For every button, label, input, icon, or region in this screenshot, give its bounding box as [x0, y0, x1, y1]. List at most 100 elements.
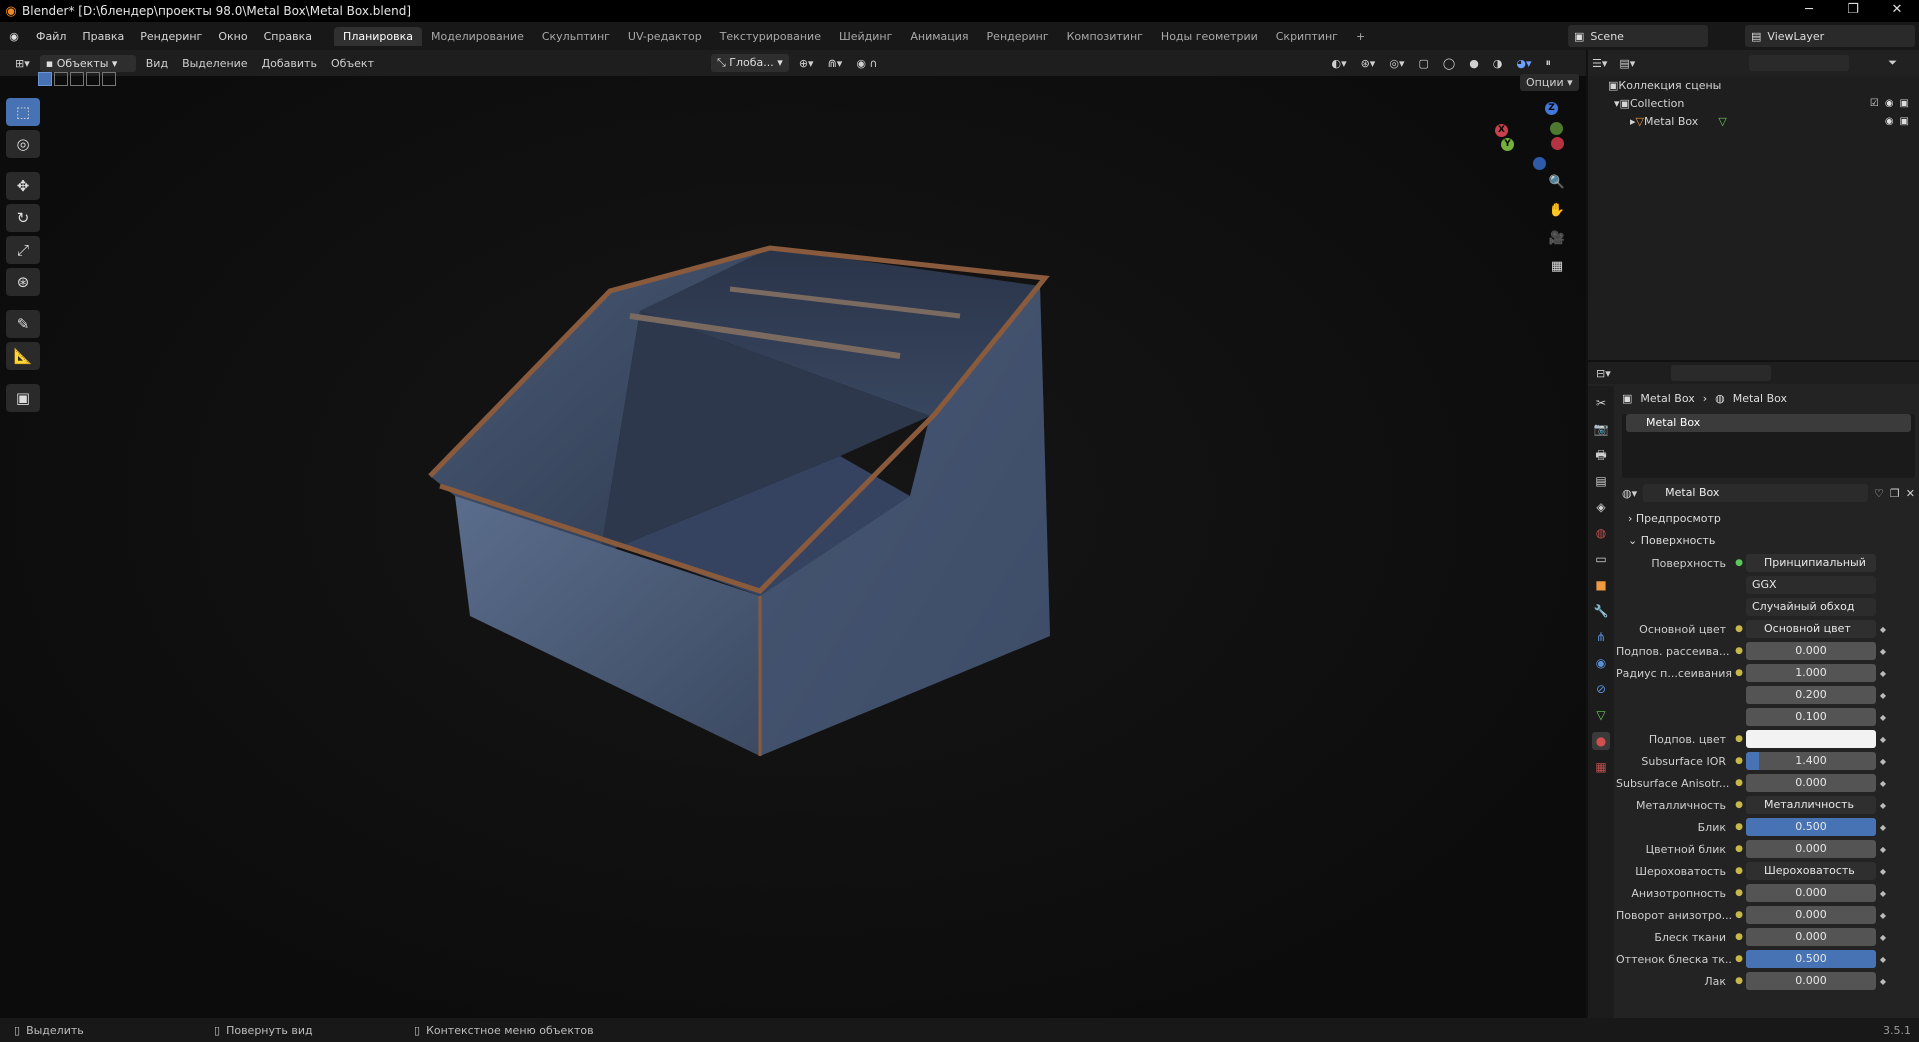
- options-dropdown[interactable]: Опции ▾: [1520, 74, 1579, 91]
- output-tab-icon[interactable]: 🖶: [1592, 446, 1610, 464]
- orientation-dropdown[interactable]: ⤡ Глоба... ▾: [711, 54, 789, 72]
- value-slider[interactable]: 0.000: [1746, 840, 1876, 858]
- value-slider[interactable]: 0.000: [1746, 972, 1876, 990]
- value-slider[interactable]: 0.000: [1746, 642, 1876, 660]
- distribution-dropdown[interactable]: GGX: [1746, 576, 1876, 594]
- socket-dot-icon[interactable]: ●: [1732, 778, 1746, 788]
- tab-rendering[interactable]: Рендеринг: [978, 27, 1058, 46]
- modifier-tab-icon[interactable]: 🔧: [1592, 602, 1610, 620]
- socket-dot-icon[interactable]: ●: [1732, 932, 1746, 942]
- add-workspace-button[interactable]: +: [1347, 27, 1374, 46]
- eye-icon[interactable]: ◉: [1885, 116, 1894, 127]
- linked-input-field[interactable]: Металличность: [1746, 796, 1876, 814]
- outliner-search-input[interactable]: [1749, 55, 1849, 71]
- gizmo-neg-y[interactable]: [1550, 122, 1563, 135]
- menu-window[interactable]: Окно: [210, 30, 255, 43]
- fake-user-icon[interactable]: ♡: [1874, 487, 1884, 500]
- view-layer-selector[interactable]: ▤ ViewLayer: [1745, 25, 1915, 47]
- gizmo-y-axis[interactable]: Y: [1501, 138, 1514, 151]
- material-name-field[interactable]: Metal Box: [1643, 484, 1869, 502]
- tab-scripting[interactable]: Скриптинг: [1267, 27, 1347, 46]
- menu-add[interactable]: Добавить: [255, 57, 324, 70]
- surface-panel-header[interactable]: ⌄ Поверхность: [1616, 530, 1919, 552]
- annotate-tool-icon[interactable]: ✎: [6, 310, 40, 338]
- browse-material-icon[interactable]: ◍▾: [1622, 487, 1637, 500]
- tab-modeling[interactable]: Моделирование: [422, 27, 533, 46]
- shading-wireframe-icon[interactable]: ◯: [1436, 57, 1462, 70]
- keyframe-icon[interactable]: ◆: [1876, 977, 1890, 986]
- value-slider[interactable]: 0.000: [1746, 884, 1876, 902]
- checkbox-icon[interactable]: ☑: [1870, 98, 1879, 109]
- scale-tool-icon[interactable]: ⤢: [6, 236, 40, 264]
- value-slider[interactable]: 0.000: [1746, 906, 1876, 924]
- properties-search-input[interactable]: [1670, 365, 1771, 381]
- shading-material-icon[interactable]: ◑: [1486, 57, 1510, 70]
- pivot-icon[interactable]: ⊕▾: [792, 57, 821, 70]
- linked-input-field[interactable]: Основной цвет: [1746, 620, 1876, 638]
- value-slider[interactable]: 0.000: [1746, 774, 1876, 792]
- camera-icon[interactable]: ▣: [1900, 98, 1909, 109]
- texture-tab-icon[interactable]: ▦: [1592, 758, 1610, 776]
- select-extend-button[interactable]: [54, 72, 68, 86]
- eye-icon[interactable]: ◉: [1885, 98, 1894, 109]
- linked-input-field[interactable]: Шероховатость: [1746, 862, 1876, 880]
- material-slot-list[interactable]: Metal Box: [1622, 414, 1915, 478]
- zoom-icon[interactable]: 🔍: [1547, 175, 1567, 195]
- maximize-button[interactable]: ❐: [1831, 0, 1875, 22]
- tab-sculpting[interactable]: Скульптинг: [533, 27, 619, 46]
- proportional-edit-icon[interactable]: ◉ ∩: [849, 57, 884, 70]
- filter-icon[interactable]: ⏷: [1888, 56, 1897, 70]
- keyframe-icon[interactable]: ◆: [1876, 647, 1890, 656]
- menu-file[interactable]: Файл: [28, 30, 74, 43]
- duplicate-material-icon[interactable]: ❐: [1890, 487, 1900, 500]
- socket-dot-icon[interactable]: ●: [1732, 866, 1746, 876]
- menu-view[interactable]: Вид: [139, 57, 175, 70]
- mode-dropdown[interactable]: ▪ Объекты ▾: [39, 54, 136, 72]
- keyframe-icon[interactable]: ◆: [1876, 779, 1890, 788]
- blender-menu-icon[interactable]: ◉: [0, 30, 28, 43]
- preview-panel-header[interactable]: › Предпросмотр: [1616, 508, 1919, 530]
- transform-tool-icon[interactable]: ⊛: [6, 268, 40, 296]
- keyframe-icon[interactable]: ◆: [1876, 691, 1890, 700]
- outliner-scene-collection[interactable]: ▣ Коллекция сцены: [1588, 76, 1919, 94]
- socket-dot-icon[interactable]: ●: [1732, 822, 1746, 832]
- visibility-icon[interactable]: ◐▾: [1324, 57, 1353, 70]
- material-slot[interactable]: Metal Box: [1626, 414, 1911, 432]
- tab-geometry-nodes[interactable]: Ноды геометрии: [1152, 27, 1267, 46]
- select-intersect-button[interactable]: [102, 72, 116, 86]
- overlay-toggle-icon[interactable]: ◎▾: [1382, 57, 1411, 70]
- select-box-tool-icon[interactable]: ⬚: [6, 98, 40, 126]
- outliner-object[interactable]: ▸ ▽ Metal Box ▽ ◉ ▣: [1588, 112, 1919, 130]
- shading-rendered-icon[interactable]: ◕▾: [1509, 57, 1538, 70]
- add-cube-tool-icon[interactable]: ▣: [6, 384, 40, 412]
- navigation-gizmo[interactable]: Z X Y: [1495, 102, 1564, 170]
- close-button[interactable]: ✕: [1875, 0, 1919, 22]
- keyframe-icon[interactable]: ◆: [1876, 801, 1890, 810]
- tab-uv-editing[interactable]: UV-редактор: [619, 27, 711, 46]
- keyframe-icon[interactable]: ◆: [1876, 823, 1890, 832]
- material-tab-icon[interactable]: ●: [1592, 732, 1610, 750]
- socket-dot-icon[interactable]: ●: [1732, 910, 1746, 920]
- socket-dot-icon[interactable]: ●: [1732, 624, 1746, 634]
- select-subtract-button[interactable]: [70, 72, 84, 86]
- socket-dot-icon[interactable]: ●: [1732, 800, 1746, 810]
- unlink-material-icon[interactable]: ✕: [1906, 487, 1915, 500]
- collection-tab-icon[interactable]: ▭: [1592, 550, 1610, 568]
- socket-dot-icon[interactable]: ●: [1732, 888, 1746, 898]
- gizmo-neg-x[interactable]: [1551, 137, 1564, 150]
- keyframe-icon[interactable]: ◆: [1876, 889, 1890, 898]
- keyframe-icon[interactable]: ◆: [1876, 713, 1890, 722]
- 3d-viewport[interactable]: [0, 76, 1586, 1018]
- menu-edit[interactable]: Правка: [74, 30, 132, 43]
- xray-icon[interactable]: ▢: [1411, 57, 1435, 70]
- value-slider[interactable]: 0.500: [1746, 818, 1876, 836]
- color-field[interactable]: [1746, 730, 1876, 748]
- keyframe-icon[interactable]: ◆: [1876, 955, 1890, 964]
- minimize-button[interactable]: ─: [1787, 0, 1831, 22]
- keyframe-icon[interactable]: ◆: [1876, 669, 1890, 678]
- menu-select[interactable]: Выделение: [175, 57, 255, 70]
- value-slider[interactable]: 0.100: [1746, 708, 1876, 726]
- move-tool-icon[interactable]: ✥: [6, 172, 40, 200]
- view-layer-tab-icon[interactable]: ▤: [1592, 472, 1610, 490]
- value-slider[interactable]: 0.200: [1746, 686, 1876, 704]
